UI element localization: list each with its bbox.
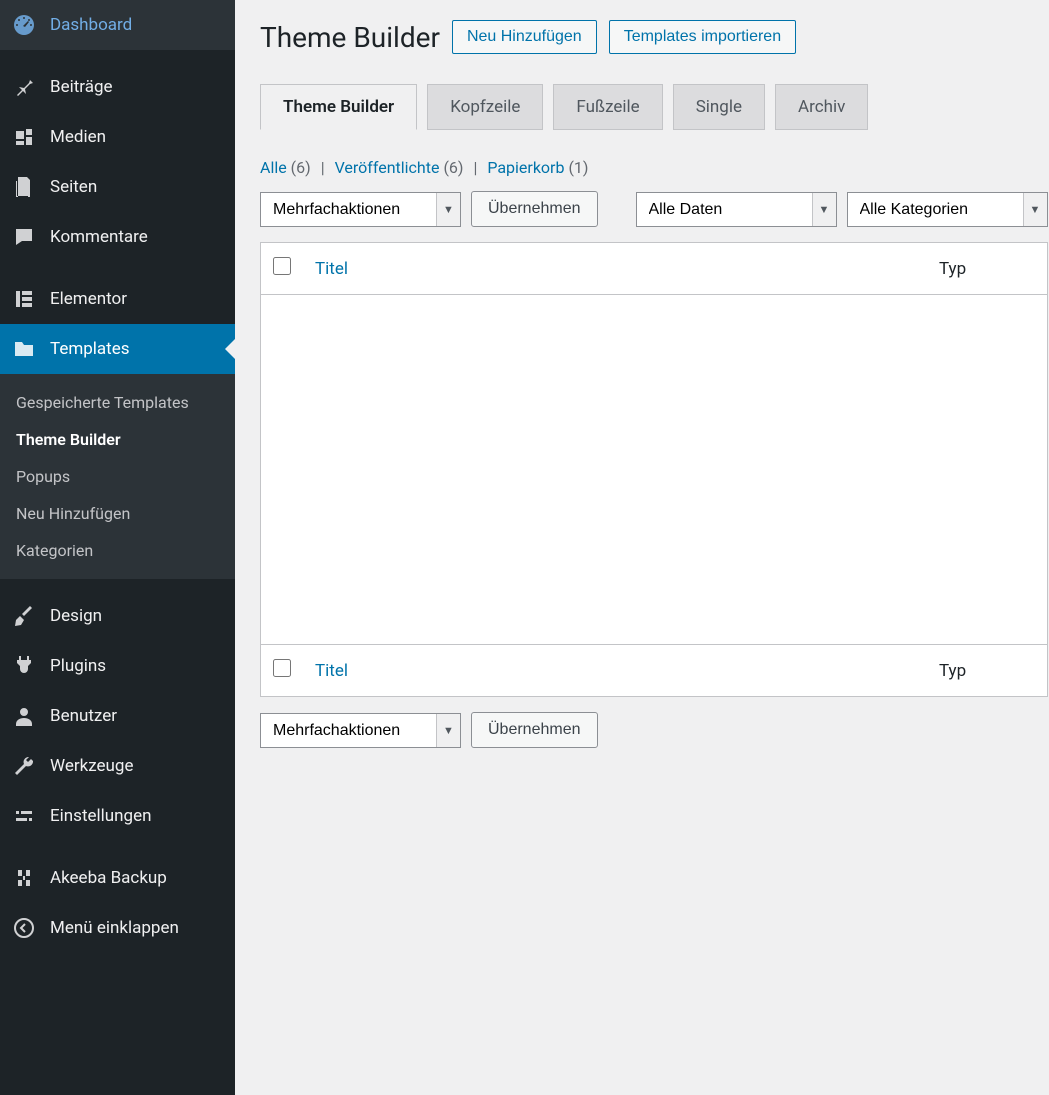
date-filter-select[interactable]: Alle Daten ▼ (636, 192, 837, 227)
select-all-checkbox-bottom[interactable] (273, 659, 291, 677)
sidebar-item-comments[interactable]: Kommentare (0, 212, 235, 262)
sidebar-item-templates[interactable]: Templates (0, 324, 235, 374)
submenu-add-new[interactable]: Neu Hinzufügen (0, 495, 235, 532)
dashboard-icon (12, 13, 36, 37)
main-content: Theme Builder Neu Hinzufügen Templates i… (235, 0, 1049, 1095)
admin-sidebar: Dashboard Beiträge Medien Seiten Komment… (0, 0, 235, 1095)
tab-footer[interactable]: Fußzeile (553, 84, 662, 130)
chevron-down-icon: ▼ (436, 193, 460, 226)
sidebar-item-label: Kommentare (50, 227, 148, 247)
templates-table: Titel Typ Titel Typ (260, 242, 1048, 697)
submenu-categories[interactable]: Kategorien (0, 532, 235, 569)
settings-icon (12, 804, 36, 828)
column-footer-type[interactable]: Typ (927, 645, 1047, 697)
page-header: Theme Builder Neu Hinzufügen Templates i… (260, 20, 1048, 54)
chevron-down-icon: ▼ (812, 193, 836, 226)
sidebar-item-label: Dashboard (50, 15, 132, 35)
sidebar-item-label: Plugins (50, 656, 106, 676)
sidebar-item-label: Design (50, 606, 102, 626)
sidebar-item-label: Einstellungen (50, 806, 152, 826)
sidebar-item-plugins[interactable]: Plugins (0, 641, 235, 691)
sidebar-item-label: Beiträge (50, 77, 113, 97)
submenu-theme-builder[interactable]: Theme Builder (0, 421, 235, 458)
tab-single[interactable]: Single (673, 84, 765, 130)
sidebar-item-dashboard[interactable]: Dashboard (0, 0, 235, 50)
filter-trash[interactable]: Papierkorb (487, 158, 564, 177)
akeeba-icon (12, 866, 36, 890)
sidebar-item-akeeba[interactable]: Akeeba Backup (0, 853, 235, 903)
sidebar-item-tools[interactable]: Werkzeuge (0, 741, 235, 791)
apply-button-bottom[interactable]: Übernehmen (471, 712, 598, 748)
sidebar-item-label: Medien (50, 127, 106, 147)
sidebar-item-design[interactable]: Design (0, 591, 235, 641)
plug-icon (12, 654, 36, 678)
chevron-down-icon: ▼ (436, 714, 460, 747)
sidebar-item-users[interactable]: Benutzer (0, 691, 235, 741)
tab-theme-builder[interactable]: Theme Builder (260, 84, 417, 130)
sidebar-item-label: Werkzeuge (50, 756, 133, 776)
sidebar-item-label: Akeeba Backup (50, 868, 167, 888)
sidebar-item-elementor[interactable]: Elementor (0, 274, 235, 324)
brush-icon (12, 604, 36, 628)
sidebar-item-collapse[interactable]: Menü einklappen (0, 903, 235, 953)
column-header-type[interactable]: Typ (927, 243, 1047, 295)
bulk-action-select-bottom[interactable]: Mehrfachaktionen ▼ (260, 713, 461, 748)
bulk-actions-top: Mehrfachaktionen ▼ Übernehmen Alle Daten… (260, 191, 1048, 227)
user-icon (12, 704, 36, 728)
sidebar-item-label: Templates (50, 339, 130, 359)
submenu-popups[interactable]: Popups (0, 458, 235, 495)
category-filter-select[interactable]: Alle Kategorien ▼ (847, 192, 1048, 227)
submenu-saved-templates[interactable]: Gespeicherte Templates (0, 384, 235, 421)
add-new-button[interactable]: Neu Hinzufügen (452, 20, 597, 54)
tab-header[interactable]: Kopfzeile (427, 84, 543, 130)
collapse-icon (12, 916, 36, 940)
comment-icon (12, 225, 36, 249)
sidebar-item-posts[interactable]: Beiträge (0, 62, 235, 112)
filter-all[interactable]: Alle (260, 158, 287, 177)
sidebar-item-pages[interactable]: Seiten (0, 162, 235, 212)
folder-icon (12, 337, 36, 361)
page-title: Theme Builder (260, 21, 440, 54)
elementor-icon (12, 287, 36, 311)
chevron-down-icon: ▼ (1023, 193, 1047, 226)
apply-button-top[interactable]: Übernehmen (471, 191, 598, 227)
sidebar-item-label: Seiten (50, 177, 97, 197)
column-footer-title[interactable]: Titel (303, 645, 927, 697)
tab-archive[interactable]: Archiv (775, 84, 868, 130)
page-icon (12, 175, 36, 199)
table-row-empty (261, 295, 1048, 645)
filter-links: Alle (6) | Veröffentlichte (6) | Papierk… (260, 158, 1048, 177)
media-icon (12, 125, 36, 149)
import-templates-button[interactable]: Templates importieren (609, 20, 796, 54)
column-header-title[interactable]: Titel (303, 243, 927, 295)
select-all-checkbox-top[interactable] (273, 257, 291, 275)
bulk-action-select[interactable]: Mehrfachaktionen ▼ (260, 192, 461, 227)
bulk-actions-bottom: Mehrfachaktionen ▼ Übernehmen (260, 712, 1048, 748)
sidebar-item-label: Elementor (50, 289, 127, 309)
filter-published[interactable]: Veröffentlichte (335, 158, 440, 177)
sidebar-item-label: Menü einklappen (50, 918, 179, 938)
sidebar-submenu-templates: Gespeicherte Templates Theme Builder Pop… (0, 374, 235, 579)
wrench-icon (12, 754, 36, 778)
pin-icon (12, 75, 36, 99)
sidebar-item-media[interactable]: Medien (0, 112, 235, 162)
sidebar-item-label: Benutzer (50, 706, 117, 726)
sidebar-item-settings[interactable]: Einstellungen (0, 791, 235, 841)
tabs-nav: Theme Builder Kopfzeile Fußzeile Single … (260, 84, 1048, 130)
